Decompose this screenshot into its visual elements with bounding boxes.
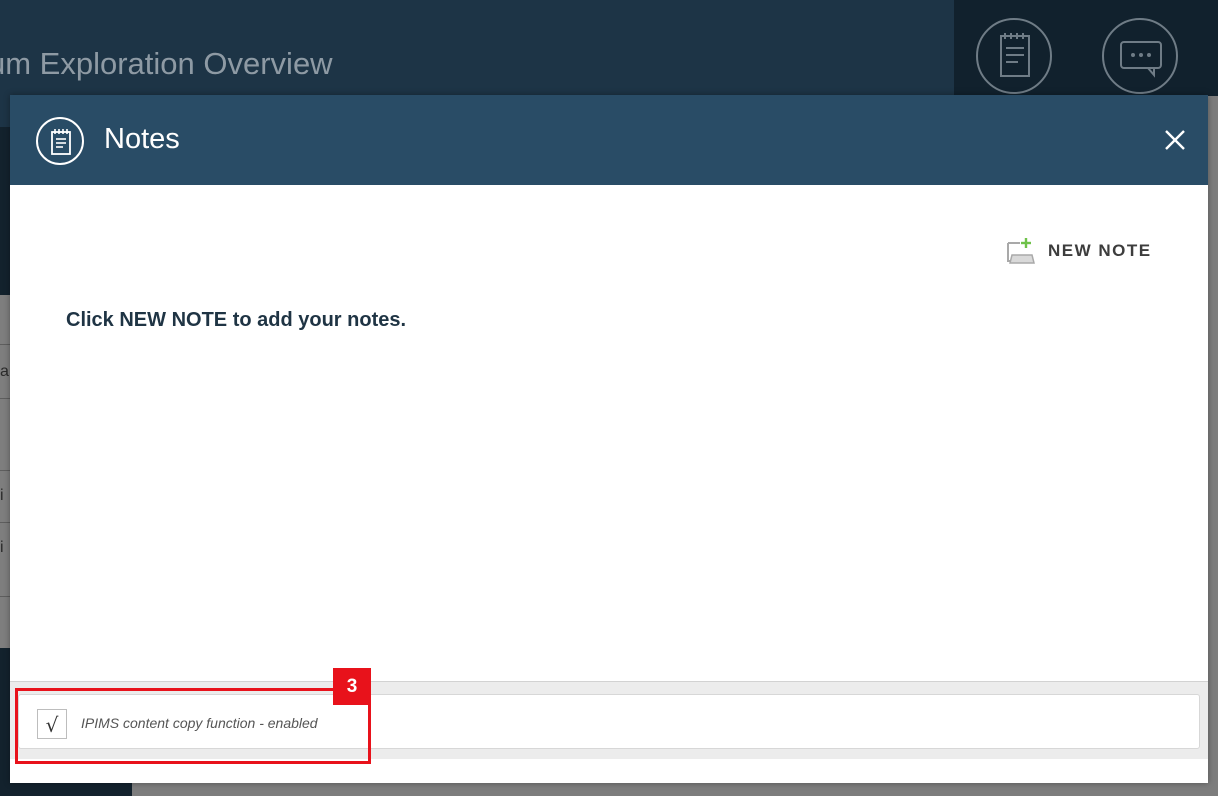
- chat-toolbar-button[interactable]: [1102, 18, 1178, 94]
- page-footer: [0, 782, 132, 796]
- sidebar-divider: [0, 344, 10, 345]
- annotation-badge: 3: [333, 668, 371, 705]
- sidebar-divider: [0, 398, 10, 399]
- sidebar-dark-bottom: [0, 648, 10, 796]
- close-icon[interactable]: [1162, 127, 1188, 153]
- notepad-icon: [36, 117, 84, 165]
- sidebar-dark-top: [0, 127, 10, 295]
- sidebar-divider: [0, 596, 10, 597]
- page-right-edge: [1208, 144, 1218, 796]
- modal-title: Notes: [104, 123, 180, 155]
- sidebar-row-text: a: [0, 363, 9, 380]
- notes-modal: Notes NEW NOTE Click NEW NOTE to add you…: [10, 95, 1208, 783]
- notes-toolbar-button[interactable]: [976, 18, 1052, 94]
- sidebar-divider: [0, 470, 10, 471]
- page-title: um Exploration Overview: [0, 46, 333, 81]
- sidebar-row-text: i: [0, 487, 4, 504]
- empty-notes-hint: Click NEW NOTE to add your notes.: [66, 309, 407, 331]
- sidebar-divider: [0, 522, 10, 523]
- modal-header: Notes: [10, 95, 1208, 185]
- sidebar-row-text: i: [0, 539, 4, 556]
- annotation-highlight-box: [15, 688, 371, 764]
- new-note-label: NEW NOTE: [1048, 241, 1152, 260]
- chat-icon: [1120, 41, 1162, 78]
- new-note-icon: [1007, 238, 1035, 264]
- notepad-icon: [1000, 33, 1030, 77]
- new-note-button[interactable]: NEW NOTE: [1006, 236, 1152, 266]
